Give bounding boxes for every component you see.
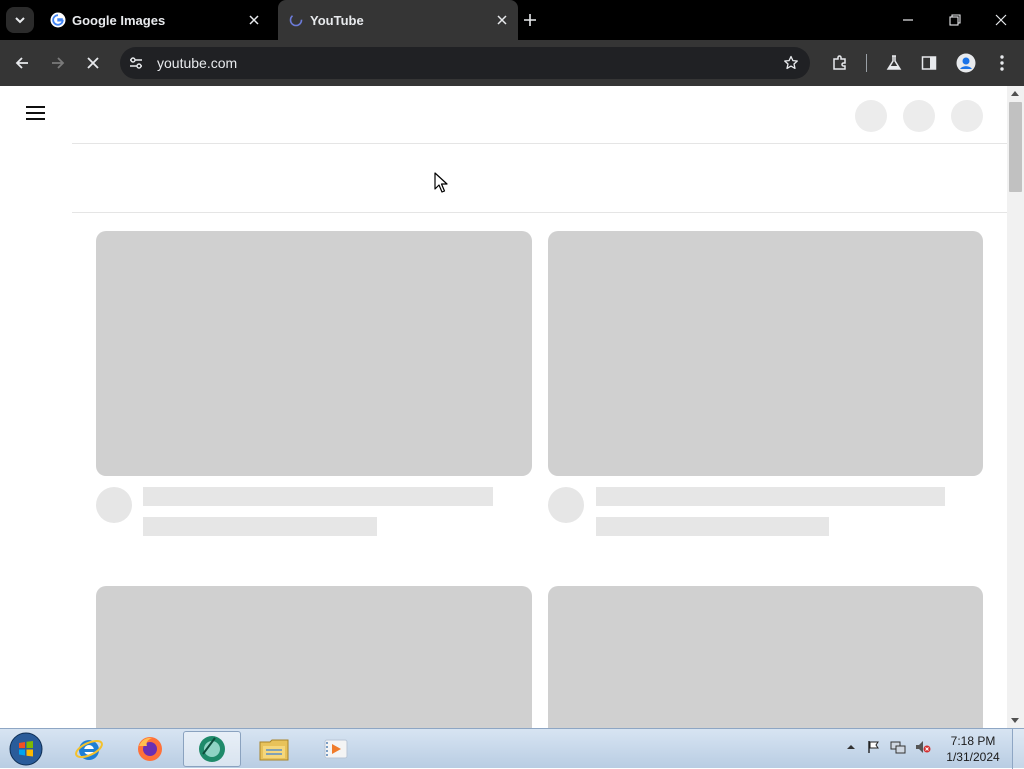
chrome-icon [199, 736, 225, 762]
tab-search-button[interactable] [6, 7, 34, 33]
skeleton-thumbnail [96, 231, 532, 476]
site-info-icon[interactable] [128, 55, 144, 71]
skeleton-channel-avatar [96, 487, 132, 523]
browser-toolbar: youtube.com [0, 40, 1024, 86]
tab-title: Google Images [72, 13, 166, 28]
skeleton-meta-line [143, 517, 377, 536]
chevron-down-icon [15, 17, 25, 24]
profile-avatar-icon [956, 53, 976, 73]
chrome-menu-button[interactable] [990, 51, 1014, 75]
toolbar-divider [866, 54, 867, 72]
forward-arrow-icon [52, 57, 65, 69]
plus-icon [524, 14, 536, 26]
loading-icon [289, 13, 303, 27]
skeleton-header-button [951, 100, 983, 132]
mouse-cursor-icon [434, 172, 448, 193]
skeleton-thumbnail [96, 586, 532, 728]
scroll-down-arrow-icon[interactable] [1011, 718, 1019, 723]
skeleton-channel-avatar [548, 487, 584, 523]
tab-title: YouTube [310, 13, 364, 28]
taskbar-chrome[interactable] [183, 731, 241, 767]
taskbar-media-player[interactable] [307, 731, 365, 767]
skeleton-thumbnail [548, 231, 983, 476]
new-tab-button[interactable] [520, 10, 540, 30]
windows-orb-icon [9, 732, 43, 766]
close-tab-icon[interactable] [246, 12, 262, 28]
start-button[interactable] [6, 731, 46, 767]
header-divider [72, 143, 1007, 144]
system-clock[interactable]: 7:18 PM 1/31/2024 [940, 733, 1006, 765]
side-panel-icon [921, 56, 937, 70]
restore-button[interactable] [943, 8, 967, 32]
scroll-up-arrow-icon[interactable] [1011, 91, 1019, 96]
folder-icon [259, 739, 289, 761]
page-scrollbar[interactable] [1007, 86, 1024, 728]
puzzle-icon [833, 55, 846, 70]
skeleton-title-line [143, 487, 493, 506]
taskbar-file-explorer[interactable] [245, 731, 303, 767]
back-arrow-icon [15, 57, 28, 69]
taskbar-internet-explorer[interactable] [60, 731, 118, 767]
volume-muted-icon[interactable] [915, 739, 931, 755]
clock-date: 1/31/2024 [946, 750, 1000, 764]
stop-loading-button[interactable] [81, 51, 105, 75]
back-button[interactable] [10, 51, 34, 75]
tab-strip: Google Images YouTube [0, 0, 1024, 40]
action-center-flag-icon[interactable] [866, 739, 882, 755]
network-icon[interactable] [890, 739, 906, 755]
minimize-icon [903, 19, 913, 21]
restore-icon [949, 14, 961, 26]
clock-time: 7:18 PM [950, 734, 996, 748]
profile-button[interactable] [954, 51, 978, 75]
minimize-button[interactable] [896, 8, 920, 32]
skeleton-title-line [596, 487, 945, 506]
youtube-page [0, 86, 1024, 728]
internet-explorer-icon [75, 739, 103, 760]
close-window-button[interactable] [989, 8, 1013, 32]
forward-button[interactable] [46, 51, 70, 75]
tab-google-images[interactable]: Google Images [40, 0, 270, 40]
show-desktop-button[interactable] [1012, 729, 1024, 769]
show-hidden-icons-button[interactable] [843, 739, 859, 755]
chevron-up-icon [847, 745, 855, 749]
skeleton-header-button [903, 100, 935, 132]
skeleton-meta-line [596, 517, 829, 536]
more-vert-icon [1000, 55, 1004, 71]
side-panel-button[interactable] [917, 51, 941, 75]
skeleton-header-button [855, 100, 887, 132]
labs-button[interactable] [882, 51, 906, 75]
stop-icon [87, 57, 99, 69]
taskbar-firefox[interactable] [121, 731, 179, 767]
firefox-icon [138, 737, 162, 761]
google-g-icon [50, 12, 66, 28]
hamburger-menu-icon[interactable] [26, 106, 46, 122]
flask-icon [886, 55, 902, 70]
scrollbar-thumb[interactable] [1009, 102, 1022, 192]
tab-youtube[interactable]: YouTube [278, 0, 518, 40]
close-tab-icon[interactable] [494, 12, 510, 28]
extensions-button[interactable] [828, 51, 852, 75]
media-player-icon [324, 739, 348, 759]
address-bar[interactable]: youtube.com [120, 47, 810, 79]
address-url[interactable]: youtube.com [157, 55, 237, 71]
bookmark-star-icon[interactable] [782, 54, 800, 72]
windows-taskbar: 7:18 PM 1/31/2024 [0, 728, 1024, 769]
close-icon [995, 14, 1007, 26]
skeleton-thumbnail [548, 586, 983, 728]
chips-divider [72, 212, 1007, 213]
